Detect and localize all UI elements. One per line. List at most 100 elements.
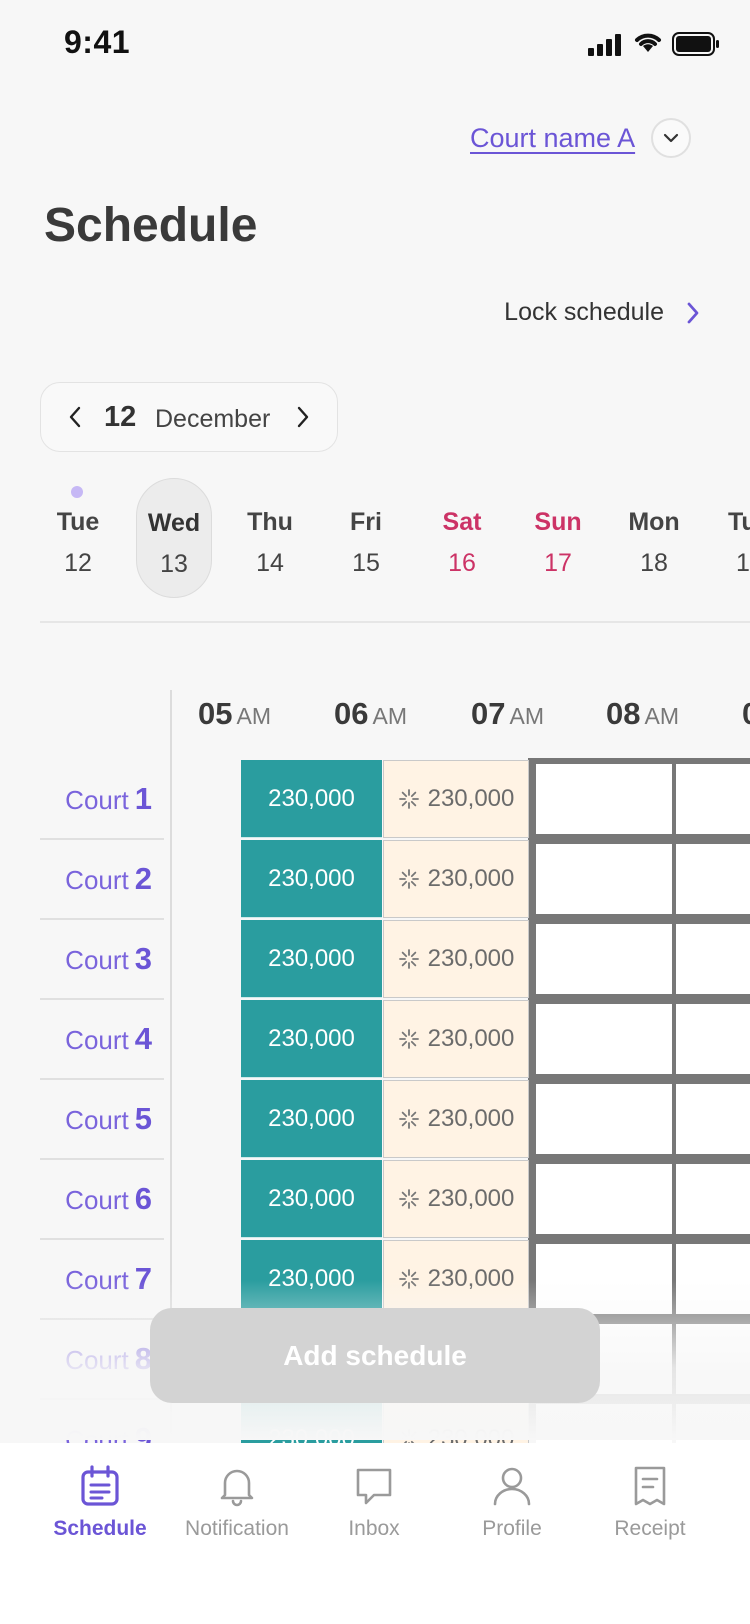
chevron-right-icon[interactable] — [287, 401, 319, 433]
day-tue-next[interactable]: Tu 19 — [712, 478, 750, 598]
slot-price: 230,000 — [268, 1184, 355, 1212]
day-tue[interactable]: Tue 12 — [40, 478, 116, 598]
slot-price: 230,000 — [268, 1104, 355, 1132]
tab-inbox[interactable]: Inbox — [304, 1465, 444, 1541]
page-title: Schedule — [44, 199, 258, 252]
hour-suffix: AM — [236, 703, 271, 729]
empty-slot[interactable] — [536, 764, 672, 834]
hour-suffix: AM — [509, 703, 544, 729]
pending-slot[interactable]: 230,000 — [383, 1160, 529, 1238]
slot-price: 230,000 — [268, 1024, 355, 1052]
day-number: 18 — [640, 549, 668, 577]
court-label[interactable]: Court 2 — [40, 840, 152, 918]
empty-slot[interactable] — [676, 844, 750, 914]
day-name: Fri — [350, 508, 382, 536]
slot-price: 230,000 — [427, 865, 515, 892]
chevron-down-icon[interactable] — [651, 118, 692, 158]
court-label[interactable]: Court 3 — [40, 920, 152, 998]
day-sun[interactable]: Sun 17 — [520, 478, 596, 598]
slot-price: 230,000 — [268, 784, 355, 812]
booked-slot[interactable]: 230,000 — [241, 840, 382, 918]
court-number: 5 — [134, 1101, 152, 1136]
booked-slot[interactable]: 230,000 — [241, 1080, 382, 1158]
slot-price: 230,000 — [427, 1185, 515, 1212]
day-number: 16 — [448, 549, 476, 577]
pending-slot[interactable]: 230,000 — [383, 920, 529, 998]
pending-slot[interactable]: 230,000 — [383, 1000, 529, 1078]
court-word: Court — [65, 865, 129, 895]
day-name: Wed — [147, 509, 201, 537]
empty-slot[interactable] — [536, 924, 672, 994]
day-number: 14 — [256, 549, 284, 577]
hour-number: 08 — [606, 696, 641, 731]
booked-slot[interactable]: 230,000 — [241, 920, 382, 998]
court-word: Court — [65, 1025, 129, 1055]
hour-number: 07 — [471, 696, 506, 731]
empty-slot[interactable] — [536, 1084, 672, 1154]
chevron-left-icon[interactable] — [59, 401, 91, 433]
hour-header: 05 AM — [198, 696, 271, 732]
chevron-right-icon — [687, 302, 699, 323]
pending-slot[interactable]: 230,000 — [383, 760, 529, 838]
empty-slot[interactable] — [676, 1004, 750, 1074]
slot-price: 230,000 — [268, 944, 355, 972]
booked-slot[interactable]: 230,000 — [241, 760, 382, 838]
tab-label: Receipt — [614, 1517, 686, 1540]
day-number: 12 — [64, 549, 92, 577]
day-name: Tue — [56, 508, 100, 536]
tab-label: Schedule — [53, 1517, 147, 1540]
pending-slot[interactable]: 230,000 — [383, 840, 529, 918]
spinner-icon — [398, 949, 419, 969]
tab-label: Profile — [482, 1517, 542, 1540]
hour-header: 07 AM — [471, 696, 544, 732]
day-thu[interactable]: Thu 14 — [232, 478, 308, 598]
day-fri[interactable]: Fri 15 — [328, 478, 404, 598]
empty-slot[interactable] — [536, 1004, 672, 1074]
lock-schedule-link[interactable]: Lock schedule — [504, 298, 700, 327]
empty-slot[interactable] — [676, 1084, 750, 1154]
court-number: 1 — [134, 781, 152, 816]
day-mon[interactable]: Mon 18 — [616, 478, 692, 598]
day-name: Mon — [628, 508, 680, 536]
pending-slot[interactable]: 230,000 — [383, 1080, 529, 1158]
court-label[interactable]: Court 5 — [40, 1080, 152, 1158]
court-name-link[interactable]: Court name A — [470, 123, 635, 154]
court-label[interactable]: Court 6 — [40, 1160, 152, 1238]
tab-schedule[interactable]: Schedule — [30, 1465, 170, 1541]
battery-icon — [672, 32, 719, 56]
empty-slot[interactable] — [536, 844, 672, 914]
day-wed-selected[interactable]: Wed 13 — [136, 478, 212, 598]
tab-label: Notification — [185, 1517, 289, 1540]
day-sat[interactable]: Sat 16 — [424, 478, 500, 598]
hour-header: 0 — [742, 696, 750, 732]
booked-slot[interactable]: 230,000 — [241, 1160, 382, 1238]
court-selector[interactable]: Court name A — [470, 116, 692, 160]
hour-header: 06 AM — [334, 696, 407, 732]
add-schedule-button[interactable]: Add schedule — [150, 1308, 600, 1403]
empty-slot[interactable] — [676, 1164, 750, 1234]
court-word: Court — [65, 1105, 129, 1135]
slot-price: 230,000 — [268, 864, 355, 892]
tab-bar: Schedule Notification Inbox Profile Rece… — [0, 1443, 750, 1624]
wifi-icon — [635, 33, 661, 52]
hour-number: 05 — [198, 696, 233, 731]
empty-slot[interactable] — [676, 924, 750, 994]
slot-price: 230,000 — [427, 1025, 515, 1052]
tab-notification[interactable]: Notification — [167, 1465, 307, 1541]
empty-slot[interactable] — [536, 1164, 672, 1234]
receipt-icon — [634, 1466, 666, 1506]
court-label[interactable]: Court 1 — [40, 760, 152, 838]
hour-number: 0 — [742, 696, 750, 731]
spinner-icon — [398, 789, 419, 809]
booked-slot[interactable]: 230,000 — [241, 1000, 382, 1078]
court-number: 2 — [134, 861, 152, 896]
court-number: 6 — [134, 1181, 152, 1216]
tab-receipt[interactable]: Receipt — [580, 1465, 720, 1541]
tab-profile[interactable]: Profile — [442, 1465, 582, 1541]
court-word: Court — [65, 785, 129, 815]
empty-slot[interactable] — [676, 764, 750, 834]
hour-suffix: AM — [644, 703, 679, 729]
court-label[interactable]: Court 4 — [40, 1000, 152, 1078]
spinner-icon — [398, 869, 419, 889]
slot-price: 230,000 — [427, 785, 515, 812]
